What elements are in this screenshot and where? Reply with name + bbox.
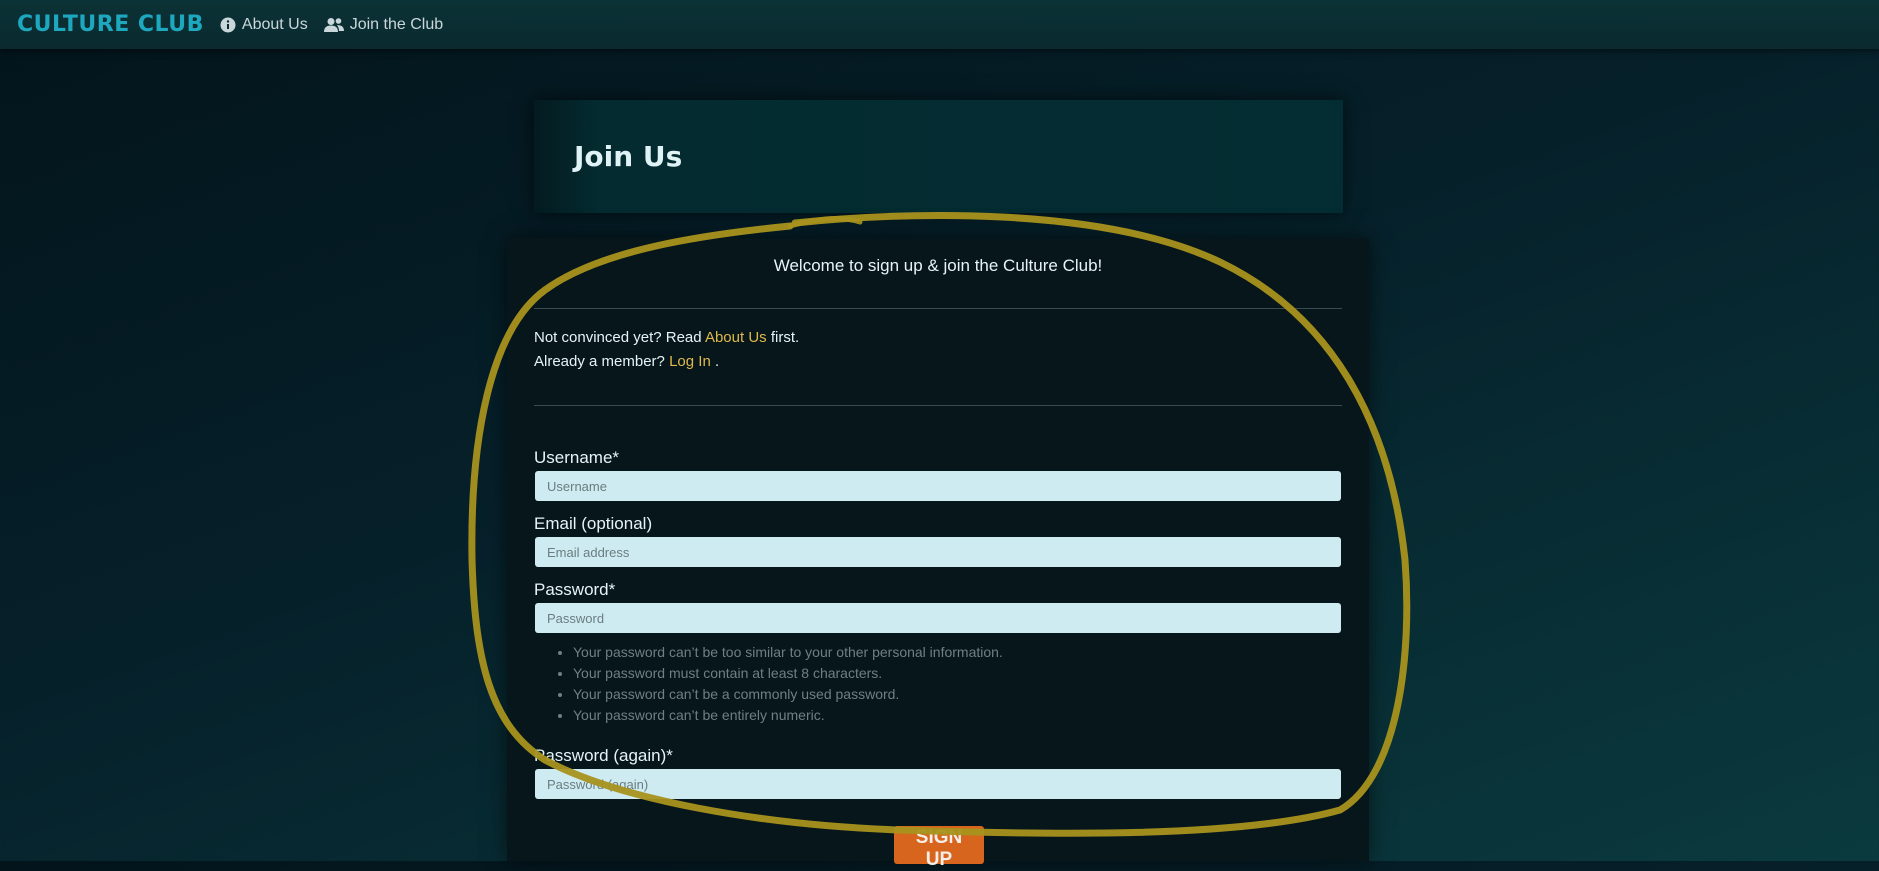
brand-logo[interactable]: CULTURE CLUB xyxy=(17,12,204,37)
divider xyxy=(534,405,1342,406)
intro-about-suffix: first. xyxy=(770,329,800,346)
password-input[interactable] xyxy=(535,603,1341,633)
password-help-item: Your password can’t be too similar to yo… xyxy=(573,642,1003,663)
navbar: CULTURE CLUB About Us Join the Club xyxy=(0,0,1879,49)
password-again-label: Password (again)* xyxy=(534,746,673,765)
nav-join-the-club-label: Join the Club xyxy=(349,15,444,33)
intro-about-text: Not convinced yet? Read xyxy=(534,329,702,346)
email-label: Email (optional) xyxy=(534,514,653,533)
sign-up-button[interactable]: SIGN UP xyxy=(894,826,984,870)
password-help-item: Your password can’t be entirely numeric. xyxy=(573,705,1003,726)
info-circle-icon xyxy=(220,17,236,33)
nav-join-the-club[interactable]: Join the Club xyxy=(323,15,444,34)
intro-login-suffix: . xyxy=(714,353,720,370)
nav-about-us[interactable]: About Us xyxy=(220,16,308,34)
page-title: Join Us xyxy=(574,140,683,173)
username-label: Username* xyxy=(534,448,620,467)
intro-about: Not convinced yet? Read About Us first. xyxy=(534,329,799,346)
email-input[interactable] xyxy=(535,537,1341,567)
page-header: Join Us xyxy=(534,100,1343,213)
log-in-link[interactable]: Log In xyxy=(669,353,711,370)
intro-login-text: Already a member? xyxy=(534,353,665,370)
username-input[interactable] xyxy=(535,471,1341,501)
about-us-link[interactable]: About Us xyxy=(705,329,767,346)
nav-about-us-label: About Us xyxy=(241,15,308,33)
password-label: Password* xyxy=(534,580,616,599)
signup-card: Welcome to sign up & join the Culture Cl… xyxy=(507,238,1369,870)
welcome-message: Welcome to sign up & join the Culture Cl… xyxy=(773,256,1103,275)
users-icon xyxy=(323,17,344,33)
password-again-input[interactable] xyxy=(535,769,1341,799)
password-help-item: Your password must contain at least 8 ch… xyxy=(573,663,1003,684)
password-help-item: Your password can’t be a commonly used p… xyxy=(573,684,1003,705)
password-help-list: Your password can’t be too similar to yo… xyxy=(547,642,1003,726)
divider xyxy=(534,308,1342,309)
intro-login: Already a member? Log In . xyxy=(534,353,719,370)
